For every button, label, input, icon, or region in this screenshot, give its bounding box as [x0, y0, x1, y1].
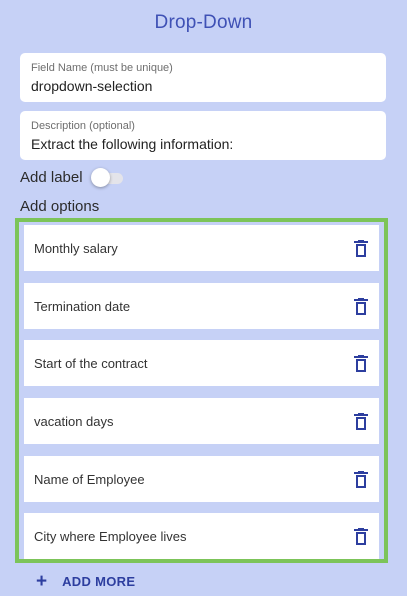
add-label-row: Add label	[20, 167, 123, 187]
option-item[interactable]: vacation days	[24, 398, 379, 444]
option-label: City where Employee lives	[34, 528, 187, 544]
add-label-toggle[interactable]	[90, 167, 123, 187]
trash-icon[interactable]	[354, 239, 368, 257]
options-heading: Add options	[20, 198, 100, 215]
add-more-button[interactable]: + ADD MORE	[36, 572, 135, 591]
option-item[interactable]: Start of the contract	[24, 340, 379, 386]
plus-icon: +	[36, 571, 48, 592]
description-field[interactable]: Description (optional)	[20, 111, 386, 160]
trash-icon[interactable]	[354, 412, 368, 430]
trash-icon[interactable]	[354, 354, 368, 372]
option-label: Name of Employee	[34, 471, 145, 487]
options-list: Monthly salary Termination date Start of…	[15, 218, 388, 563]
description-label: Description (optional)	[31, 120, 135, 132]
field-name-label: Field Name (must be unique)	[31, 62, 173, 74]
option-item[interactable]: Name of Employee	[24, 456, 379, 502]
add-label-text: Add label	[20, 169, 83, 186]
option-item[interactable]: City where Employee lives	[24, 513, 379, 559]
toggle-thumb[interactable]	[90, 167, 110, 187]
field-name-input[interactable]	[31, 78, 375, 94]
option-item[interactable]: Termination date	[24, 283, 379, 329]
option-label: vacation days	[34, 413, 114, 429]
option-label: Termination date	[34, 298, 131, 314]
option-label: Start of the contract	[34, 355, 148, 371]
option-item[interactable]: Monthly salary	[24, 225, 379, 271]
trash-icon[interactable]	[354, 470, 368, 488]
add-more-label: ADD MORE	[62, 574, 136, 589]
description-input[interactable]	[31, 136, 375, 152]
trash-icon[interactable]	[354, 527, 368, 545]
option-label: Monthly salary	[34, 240, 118, 256]
trash-icon[interactable]	[354, 297, 368, 315]
field-name-field[interactable]: Field Name (must be unique)	[20, 53, 386, 102]
page-title: Drop-Down	[154, 12, 253, 33]
